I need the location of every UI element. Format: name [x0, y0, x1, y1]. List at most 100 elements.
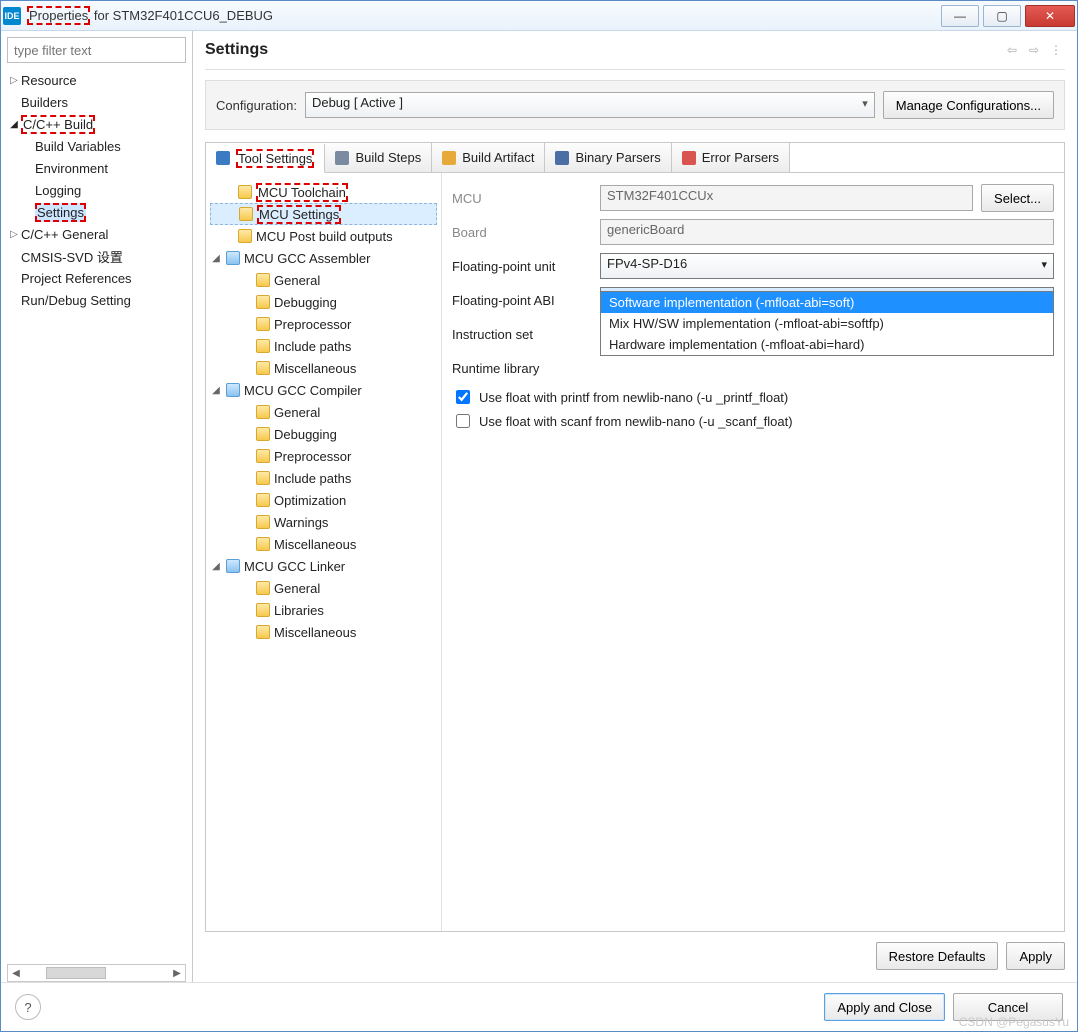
header-menu-icon[interactable]: ⋮ [1047, 41, 1065, 59]
tool-page-icon [256, 317, 270, 331]
nav-hscrollbar[interactable]: ◀ ▶ [7, 964, 186, 982]
left-pane: ▷ResourceBuilders◢C/C++ BuildBuild Varia… [1, 31, 193, 982]
tree-item[interactable]: ◢MCU GCC Compiler [210, 379, 437, 401]
tree-item[interactable]: Preprocessor [210, 313, 437, 335]
tree-item[interactable]: Optimization [210, 489, 437, 511]
configuration-label: Configuration: [216, 98, 297, 113]
tool-page-icon [256, 493, 270, 507]
ide-icon: IDE [3, 7, 21, 25]
nav-item-label: C/C++ General [21, 227, 108, 242]
maximize-button[interactable]: ▢ [983, 5, 1021, 27]
tab[interactable]: Tool Settings [206, 144, 325, 173]
tree-item[interactable]: General [210, 401, 437, 423]
tab[interactable]: Binary Parsers [545, 143, 671, 172]
titlebar[interactable]: IDE Properties for STM32F401CCU6_DEBUG —… [1, 1, 1077, 31]
tool-page-icon [256, 603, 270, 617]
tool-page-icon [256, 537, 270, 551]
tree-item[interactable]: General [210, 269, 437, 291]
configuration-combo[interactable]: Debug [ Active ] [305, 92, 875, 118]
nav-item[interactable]: CMSIS-SVD 设置 [7, 245, 186, 267]
expand-icon[interactable]: ◢ [210, 561, 222, 572]
mcu-label: MCU [452, 191, 592, 206]
tree-item[interactable]: Debugging [210, 423, 437, 445]
mcu-field: STM32F401CCUx [600, 185, 973, 211]
fpu-combo[interactable]: FPv4-SP-D16 [600, 253, 1054, 279]
tool-page-icon [256, 295, 270, 309]
scroll-thumb[interactable] [46, 967, 106, 979]
dropdown-option[interactable]: Software implementation (-mfloat-abi=sof… [601, 292, 1053, 313]
nav-tree[interactable]: ▷ResourceBuilders◢C/C++ BuildBuild Varia… [7, 69, 186, 964]
dropdown-option[interactable]: Mix HW/SW implementation (-mfloat-abi=so… [601, 313, 1053, 334]
tab-icon [682, 151, 696, 165]
tree-item[interactable]: Debugging [210, 291, 437, 313]
tree-item[interactable]: ◢ MCU GCC Linker [210, 555, 437, 577]
tree-item[interactable]: Miscellaneous [210, 357, 437, 379]
expand-icon[interactable]: ◢ [210, 385, 222, 396]
tab[interactable]: Error Parsers [672, 143, 790, 172]
tab-icon [216, 151, 230, 165]
apply-and-close-button[interactable]: Apply and Close [824, 993, 945, 1021]
tree-item-label: Debugging [274, 427, 337, 442]
properties-dialog: IDE Properties for STM32F401CCU6_DEBUG —… [0, 0, 1078, 1032]
manage-configurations-button[interactable]: Manage Configurations... [883, 91, 1054, 119]
fpabi-dropdown[interactable]: Software implementation (-mfloat-abi=sof… [600, 291, 1054, 356]
scroll-right-icon[interactable]: ▶ [169, 968, 185, 979]
nav-item[interactable]: Project References [7, 267, 186, 289]
page-header: Settings ⇦ ⇨ ⋮ [205, 41, 1065, 70]
scroll-left-icon[interactable]: ◀ [8, 968, 24, 979]
tree-item[interactable]: MCU Post build outputs [210, 225, 437, 247]
nav-item[interactable]: ▷Resource [7, 69, 186, 91]
help-button[interactable]: ? [15, 994, 41, 1020]
tree-item[interactable]: General [210, 577, 437, 599]
nav-item[interactable]: ▷C/C++ General [7, 223, 186, 245]
tool-page-icon [256, 449, 270, 463]
nav-item[interactable]: Logging [7, 179, 186, 201]
tab-label: Error Parsers [702, 150, 779, 165]
mcu-select-button[interactable]: Select... [981, 184, 1054, 212]
tree-item[interactable]: Miscellaneous [210, 533, 437, 555]
tree-item[interactable]: MCU Toolchain [210, 181, 437, 203]
tree-item[interactable]: ◢MCU GCC Assembler [210, 247, 437, 269]
tree-item[interactable]: MCU Settings [210, 203, 437, 225]
nav-item[interactable]: ◢C/C++ Build [7, 113, 186, 135]
fpu-label: Floating-point unit [452, 259, 592, 274]
tree-item-label: Optimization [274, 493, 346, 508]
printf-float-checkbox[interactable] [456, 390, 470, 404]
tool-page-icon [256, 427, 270, 441]
tree-item[interactable]: Include paths [210, 467, 437, 489]
tree-item[interactable]: Warnings [210, 511, 437, 533]
tab[interactable]: Build Artifact [432, 143, 545, 172]
expand-icon[interactable]: ▷ [7, 229, 21, 240]
nav-item[interactable]: Builders [7, 91, 186, 113]
nav-item[interactable]: Settings [7, 201, 186, 223]
restore-defaults-button[interactable]: Restore Defaults [876, 942, 999, 970]
tab-label: Build Steps [355, 150, 421, 165]
expand-icon[interactable]: ◢ [7, 119, 21, 130]
minimize-button[interactable]: — [941, 5, 979, 27]
tool-page-icon [239, 207, 253, 221]
expand-icon[interactable]: ◢ [210, 253, 222, 264]
back-icon[interactable]: ⇦ [1003, 41, 1021, 59]
tree-item[interactable]: Libraries [210, 599, 437, 621]
nav-item-label: Resource [21, 73, 77, 88]
tree-item[interactable]: Preprocessor [210, 445, 437, 467]
tree-item[interactable]: Miscellaneous [210, 621, 437, 643]
window-buttons: — ▢ ✕ [937, 5, 1075, 27]
forward-icon[interactable]: ⇨ [1025, 41, 1043, 59]
close-button[interactable]: ✕ [1025, 5, 1075, 27]
expand-icon[interactable]: ▷ [7, 75, 21, 86]
tab-icon [335, 151, 349, 165]
tab[interactable]: Build Steps [325, 143, 432, 172]
tool-tree[interactable]: MCU ToolchainMCU SettingsMCU Post build … [206, 173, 442, 931]
board-label: Board [452, 225, 592, 240]
apply-button[interactable]: Apply [1006, 942, 1065, 970]
filter-input[interactable] [7, 37, 186, 63]
nav-item[interactable]: Environment [7, 157, 186, 179]
nav-item[interactable]: Run/Debug Setting [7, 289, 186, 311]
tree-item-label: MCU GCC Linker [244, 559, 345, 574]
tree-item[interactable]: Include paths [210, 335, 437, 357]
scanf-float-checkbox[interactable] [456, 414, 470, 428]
nav-item-label: Builders [21, 95, 68, 110]
dropdown-option[interactable]: Hardware implementation (-mfloat-abi=har… [601, 334, 1053, 355]
nav-item[interactable]: Build Variables [7, 135, 186, 157]
